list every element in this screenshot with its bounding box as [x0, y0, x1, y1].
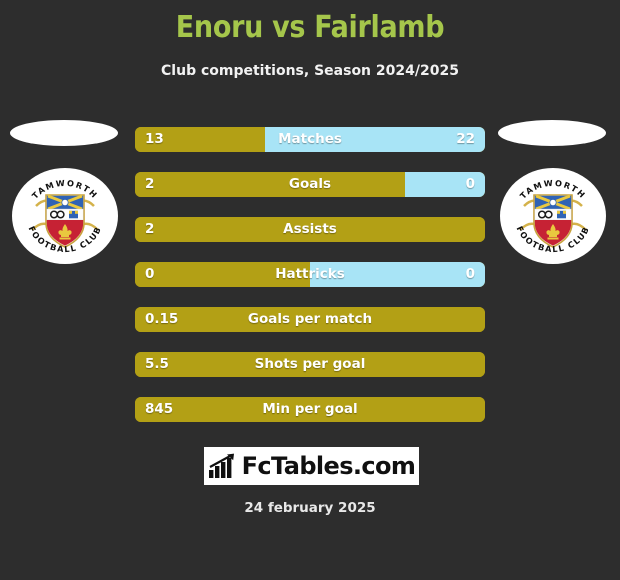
stat-bar-row: 13 Matches 22: [135, 127, 485, 152]
stat-away-value: 22: [456, 131, 475, 147]
tamworth-crest-icon: TAMWORTH FOOTBALL CLUB: [27, 178, 102, 254]
stat-bar-row: 2 Goals 0: [135, 172, 485, 197]
page-subtitle: Club competitions, Season 2024/2025: [161, 63, 459, 79]
home-team-crest: TAMWORTH FOOTBALL CLUB: [12, 168, 118, 264]
stat-label: Shots per goal: [254, 356, 366, 372]
stat-label: Hattricks: [275, 266, 345, 282]
fctables-logo[interactable]: FcTables.com: [204, 447, 419, 485]
stat-label: Goals per match: [247, 311, 373, 327]
stat-bar-row: 0.15 Goals per match: [135, 307, 485, 332]
report-date: 24 february 2025: [244, 500, 376, 516]
stat-bar-row: 0 Hattricks 0: [135, 262, 485, 287]
stat-bar-row: 2 Assists: [135, 217, 485, 242]
away-player-photo-placeholder: [498, 120, 606, 146]
page-title: Enoru vs Fairlamb: [175, 10, 445, 45]
stat-bar-row: 5.5 Shots per goal: [135, 352, 485, 377]
stat-comparison-page: Enoru vs Fairlamb Club competitions, Sea…: [0, 0, 620, 580]
home-player-photo-placeholder: [10, 120, 118, 146]
fctables-logo-text: FcTables.com: [241, 452, 416, 480]
stat-away-value: 0: [465, 176, 475, 192]
stat-bars-list: 13 Matches 22 2 Goals 0 2 Assists 0 Hattricks 0 0.1…: [135, 127, 485, 442]
bar-chart-arrow-icon: [208, 453, 234, 478]
away-team-panel: TAMWORTH FOOTBALL CLUB: [498, 120, 610, 280]
stat-label: Assists: [283, 221, 337, 237]
stat-bar-row: 845 Min per goal: [135, 397, 485, 422]
tamworth-crest-icon: TAMWORTH FOOTBALL CLUB: [515, 178, 590, 254]
stat-away-value: 0: [465, 266, 475, 282]
stat-label: Matches: [278, 131, 342, 147]
away-team-crest: TAMWORTH FOOTBALL CLUB: [500, 168, 606, 264]
home-team-panel: TAMWORTH FOOTBALL CLUB: [10, 120, 122, 280]
stat-label: Goals: [288, 176, 332, 192]
stat-label: Min per goal: [262, 401, 358, 417]
